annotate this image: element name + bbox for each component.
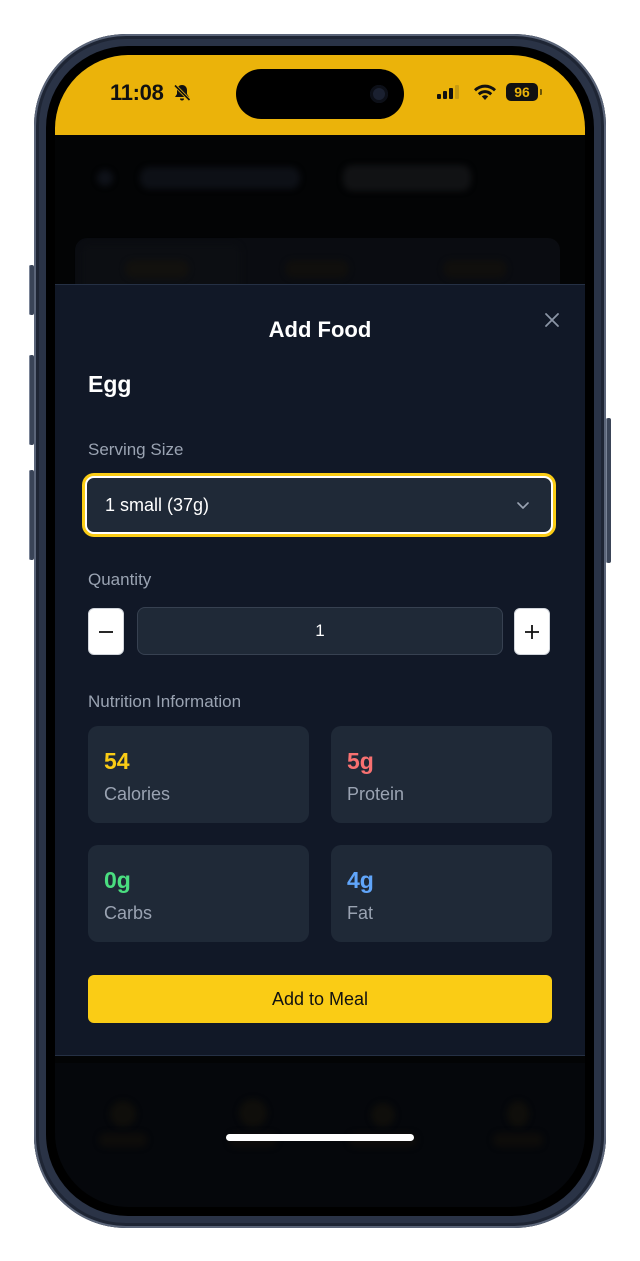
nutrition-label: Nutrition Information bbox=[88, 692, 242, 711]
close-button[interactable] bbox=[539, 307, 565, 333]
cellular-signal-icon bbox=[437, 85, 463, 104]
nav-icon bbox=[371, 1103, 395, 1127]
nutrition-card-protein: 5g Protein bbox=[331, 726, 552, 823]
chevron-down-icon bbox=[515, 497, 531, 518]
battery-icon: 96 bbox=[506, 83, 538, 101]
nav-label-placeholder bbox=[493, 1133, 543, 1147]
calories-label: Calories bbox=[104, 784, 171, 804]
add-food-modal: Add Food Egg Serving Size 1 small (37g) … bbox=[55, 284, 585, 1056]
carbs-label: Carbs bbox=[104, 903, 153, 923]
power-button bbox=[606, 418, 611, 563]
decrement-button[interactable] bbox=[88, 608, 124, 655]
nav-icon bbox=[239, 1099, 267, 1127]
nav-icon bbox=[110, 1101, 136, 1127]
back-link-placeholder bbox=[140, 167, 300, 189]
nutrition-card-carbs: 0g Carbs bbox=[88, 845, 309, 942]
plus-icon bbox=[525, 624, 539, 639]
minus-icon bbox=[99, 630, 113, 633]
food-name: Egg bbox=[88, 371, 132, 397]
nutrition-card-calories: 54 Calories bbox=[88, 726, 309, 823]
serving-size-value: 1 small (37g) bbox=[105, 495, 210, 515]
nav-label-placeholder bbox=[99, 1133, 147, 1147]
quantity-label: Quantity bbox=[88, 570, 152, 589]
dynamic-island bbox=[236, 69, 404, 119]
battery-nub bbox=[540, 89, 542, 95]
increment-button[interactable] bbox=[514, 608, 550, 655]
home-indicator[interactable] bbox=[226, 1134, 414, 1141]
bell-slash-icon bbox=[172, 83, 192, 108]
fat-label: Fat bbox=[347, 903, 374, 923]
protein-label: Protein bbox=[347, 784, 405, 804]
page-title-placeholder bbox=[343, 165, 471, 191]
quantity-input[interactable]: 1 bbox=[137, 607, 503, 655]
calories-value: 54 bbox=[104, 748, 130, 774]
fat-value: 4g bbox=[347, 867, 374, 893]
status-bar: 11:08 96 bbox=[55, 55, 585, 135]
serving-size-select[interactable]: 1 small (37g) bbox=[85, 476, 553, 534]
front-camera bbox=[370, 85, 388, 103]
nutrition-card-fat: 4g Fat bbox=[331, 845, 552, 942]
modal-title: Add Food bbox=[268, 317, 372, 342]
close-icon bbox=[545, 313, 559, 327]
add-to-meal-button[interactable]: Add to Meal bbox=[88, 975, 552, 1023]
wifi-icon bbox=[473, 83, 497, 106]
screen: 11:08 96 Add Food Egg Serving Size 1 sma… bbox=[55, 55, 585, 1207]
protein-value: 5g bbox=[347, 748, 374, 774]
back-arrow-icon bbox=[97, 170, 113, 186]
nav-icon bbox=[507, 1101, 529, 1127]
serving-size-label: Serving Size bbox=[88, 440, 184, 459]
tab-placeholder bbox=[443, 260, 507, 278]
tab-placeholder bbox=[125, 260, 189, 278]
carbs-value: 0g bbox=[104, 867, 131, 893]
status-time: 11:08 bbox=[110, 80, 164, 105]
tab-placeholder bbox=[285, 260, 349, 278]
